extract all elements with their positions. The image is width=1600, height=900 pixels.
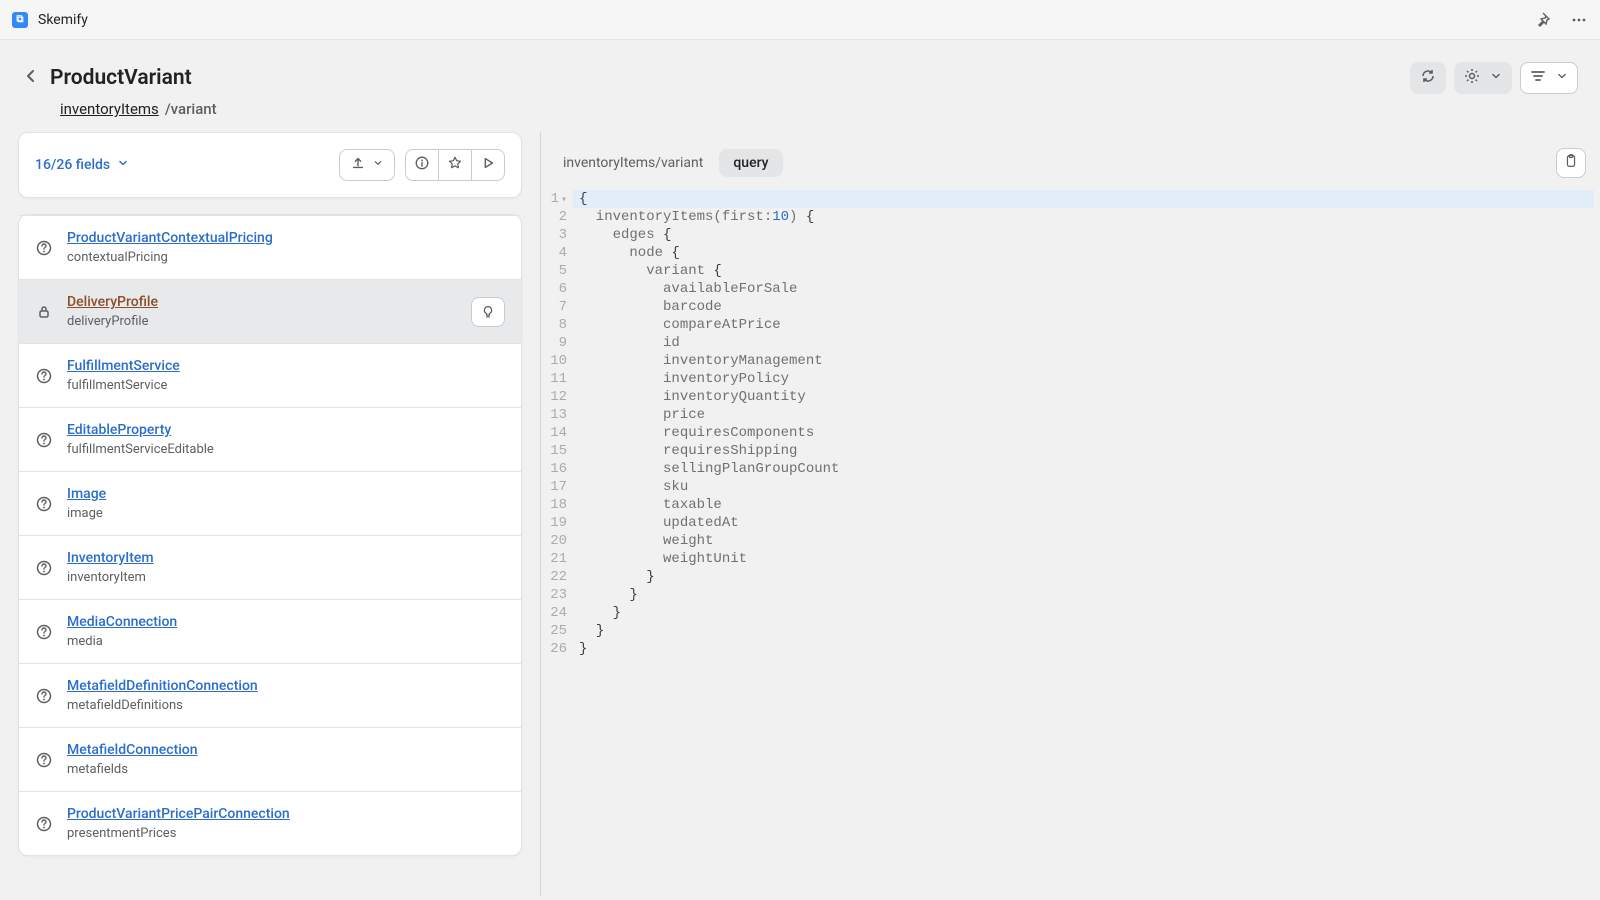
query-pill[interactable]: query (719, 149, 782, 177)
field-row[interactable]: InventoryItem inventoryItem (19, 535, 521, 599)
editor-path: inventoryItems/variant (563, 155, 703, 171)
field-title[interactable]: InventoryItem (67, 550, 505, 566)
field-subtitle: media (67, 634, 505, 649)
breadcrumb: inventoryItems/variant (60, 100, 1578, 118)
pin-icon[interactable] (1534, 11, 1552, 29)
chevron-down-icon (1489, 69, 1503, 87)
run-button[interactable] (472, 149, 505, 181)
star-icon (447, 155, 463, 175)
refresh-icon (1419, 67, 1437, 89)
refresh-button[interactable] (1410, 62, 1446, 94)
fields-count-toggle[interactable]: 16/26 fields (35, 156, 130, 174)
field-subtitle: inventoryItem (67, 570, 505, 585)
filter-icon (1529, 67, 1547, 89)
gear-icon (1463, 67, 1481, 89)
app-icon: ⧉ (12, 12, 28, 28)
field-subtitle: presentmentPrices (67, 826, 505, 841)
help-icon (35, 495, 53, 513)
ellipsis-icon[interactable] (1570, 11, 1588, 29)
field-subtitle: fulfillmentService (67, 378, 505, 393)
breadcrumb-link[interactable]: inventoryItems (60, 100, 159, 118)
idea-button[interactable] (471, 297, 505, 327)
field-row[interactable]: ProductVariantContextualPricing contextua… (19, 215, 521, 279)
titlebar: ⧉ Skemify (0, 0, 1600, 40)
right-pane: inventoryItems/variant query 1 ▾23456789… (540, 132, 1600, 896)
breadcrumb-rest: /variant (165, 100, 217, 118)
chevron-down-icon (1555, 69, 1569, 87)
star-button[interactable] (439, 149, 472, 181)
help-icon (35, 815, 53, 833)
page-title: ProductVariant (50, 66, 192, 90)
play-icon (480, 155, 496, 175)
clipboard-icon (1563, 153, 1579, 173)
help-icon (35, 751, 53, 769)
fields-toolbar-card: 16/26 fields (18, 132, 522, 198)
field-title[interactable]: ProductVariantPricePairConnection (67, 806, 505, 822)
help-icon (35, 687, 53, 705)
help-icon (35, 367, 53, 385)
field-title[interactable]: DeliveryProfile (67, 294, 457, 310)
field-title[interactable]: MediaConnection (67, 614, 505, 630)
info-icon (414, 155, 430, 175)
field-subtitle: image (67, 506, 505, 521)
chevron-down-icon (372, 157, 384, 173)
upload-icon (350, 155, 366, 175)
field-subtitle: metafieldDefinitions (67, 698, 505, 713)
field-title[interactable]: ProductVariantContextualPricing (67, 230, 505, 246)
field-row[interactable]: FulfillmentService fulfillmentService (19, 343, 521, 407)
field-row[interactable]: EditableProperty fulfillmentServiceEditab… (19, 407, 521, 471)
filter-button[interactable] (1520, 62, 1578, 94)
help-icon (35, 431, 53, 449)
page-header: ProductVariant inventoryItems/variant (0, 40, 1600, 132)
field-subtitle: metafields (67, 762, 505, 777)
field-row[interactable]: ProductVariantPricePairConnection present… (19, 791, 521, 855)
settings-button[interactable] (1454, 62, 1512, 94)
field-list: ProductVariantContextualPricing contextua… (18, 214, 522, 856)
field-subtitle: deliveryProfile (67, 314, 457, 329)
field-row[interactable]: DeliveryProfile deliveryProfile (19, 279, 521, 343)
field-title[interactable]: EditableProperty (67, 422, 505, 438)
copy-button[interactable] (1556, 148, 1586, 178)
help-icon (35, 239, 53, 257)
left-pane: 16/26 fields (0, 132, 540, 896)
back-button[interactable] (22, 67, 40, 89)
field-title[interactable]: Image (67, 486, 505, 502)
field-row[interactable]: MediaConnection media (19, 599, 521, 663)
help-icon (35, 623, 53, 641)
field-title[interactable]: FulfillmentService (67, 358, 505, 374)
help-icon (35, 559, 53, 577)
chevron-down-icon (116, 156, 130, 174)
info-button[interactable] (405, 149, 439, 181)
field-row[interactable]: MetafieldDefinitionConnection metafieldDe… (19, 663, 521, 727)
field-row[interactable]: MetafieldConnection metafields (19, 727, 521, 791)
field-subtitle: fulfillmentServiceEditable (67, 442, 505, 457)
fields-count-label: 16/26 fields (35, 157, 110, 173)
field-row[interactable]: Image image (19, 471, 521, 535)
code-editor[interactable]: 1 ▾2345678910111213141516171819202122232… (541, 188, 1600, 896)
export-button[interactable] (339, 149, 395, 181)
field-subtitle: contextualPricing (67, 250, 505, 265)
app-name: Skemify (38, 12, 88, 28)
field-title[interactable]: MetafieldConnection (67, 742, 505, 758)
lock-icon (35, 303, 53, 321)
field-title[interactable]: MetafieldDefinitionConnection (67, 678, 505, 694)
